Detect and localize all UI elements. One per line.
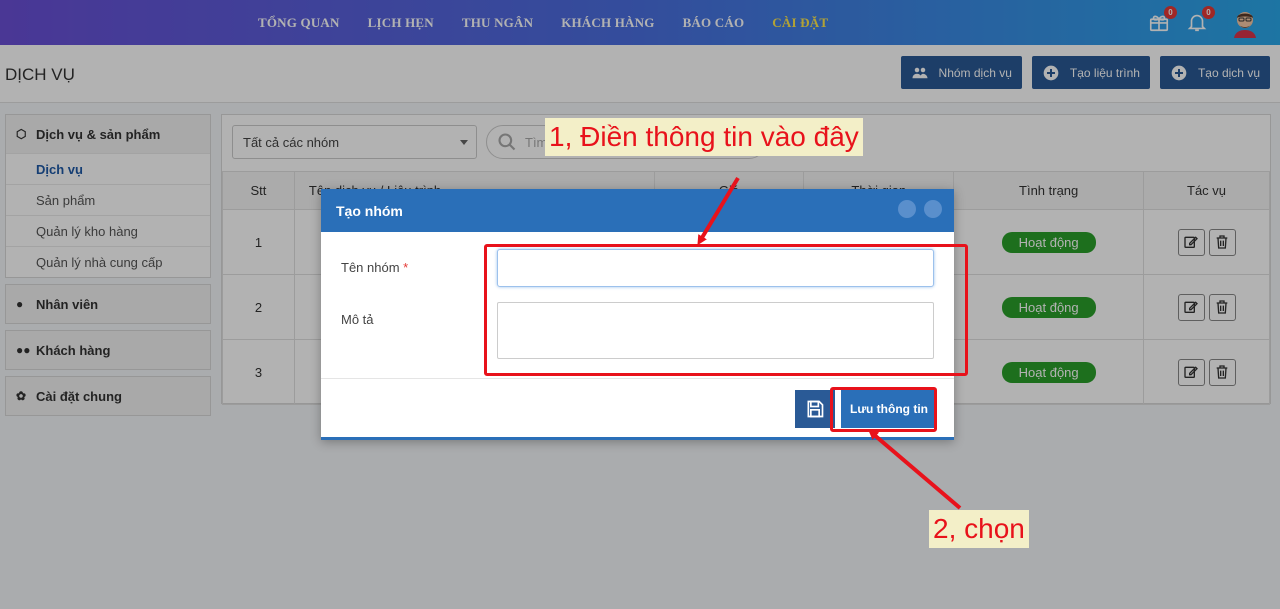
group-name-label: Tên nhóm *	[341, 260, 408, 275]
description-label: Mô tả	[341, 312, 374, 327]
annotation-note-1: 1, Điền thông tin vào đây	[545, 118, 863, 156]
required-mark: *	[403, 260, 409, 275]
modal-header-icons	[890, 200, 942, 218]
group-name-label-text: Tên nhóm	[341, 260, 400, 275]
annotation-highlight-form	[484, 244, 968, 376]
floppy-disk-icon	[807, 400, 824, 418]
save-icon-button[interactable]	[795, 390, 835, 428]
close-icon[interactable]	[924, 200, 942, 218]
annotation-note-2: 2, chọn	[929, 510, 1029, 548]
annotation-highlight-save	[830, 387, 937, 432]
modal-header: Tạo nhóm	[321, 189, 954, 232]
modal-title: Tạo nhóm	[336, 202, 403, 219]
expand-icon[interactable]	[898, 200, 916, 218]
